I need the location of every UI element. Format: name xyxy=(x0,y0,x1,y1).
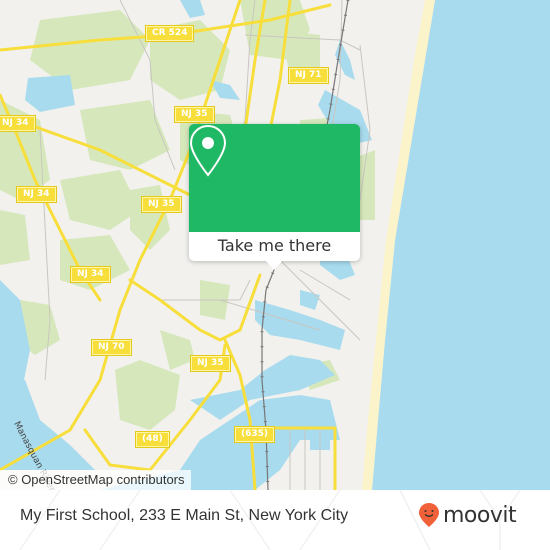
brand-name: moovit xyxy=(443,502,517,528)
road-label-nj34: NJ 34 xyxy=(71,267,110,282)
road-label-635: (635) xyxy=(235,427,275,442)
popup-pointer xyxy=(265,260,283,270)
road-label-cr524: CR 524 xyxy=(146,26,194,41)
take-me-there-button[interactable]: Take me there xyxy=(189,232,360,261)
moovit-pin-icon xyxy=(419,503,439,527)
road-label-nj35: NJ 35 xyxy=(142,197,181,212)
map-view[interactable]: CR 524 NJ 71 NJ 35 NJ 34 NJ 34 NJ 35 NJ … xyxy=(0,0,550,490)
location-pin-icon xyxy=(189,124,227,177)
road-label-nj34: NJ 34 xyxy=(0,116,35,131)
road-label-nj35: NJ 35 xyxy=(175,107,214,122)
footer: My First School, 233 E Main St, New York… xyxy=(0,490,550,550)
popup-header xyxy=(189,124,360,232)
ocean xyxy=(372,0,550,490)
road-label-nj70: NJ 70 xyxy=(92,340,131,355)
road-label-nj34: NJ 34 xyxy=(17,187,56,202)
road-label-nj71: NJ 71 xyxy=(289,68,328,83)
moovit-logo[interactable]: moovit xyxy=(418,502,517,528)
road-label-48: (48) xyxy=(136,432,169,447)
road-label-nj35: NJ 35 xyxy=(191,356,230,371)
location-popup: Take me there xyxy=(189,124,360,270)
map-attribution[interactable]: © OpenStreetMap contributors xyxy=(0,470,191,490)
location-address: My First School, 233 E Main St, New York… xyxy=(20,507,349,524)
